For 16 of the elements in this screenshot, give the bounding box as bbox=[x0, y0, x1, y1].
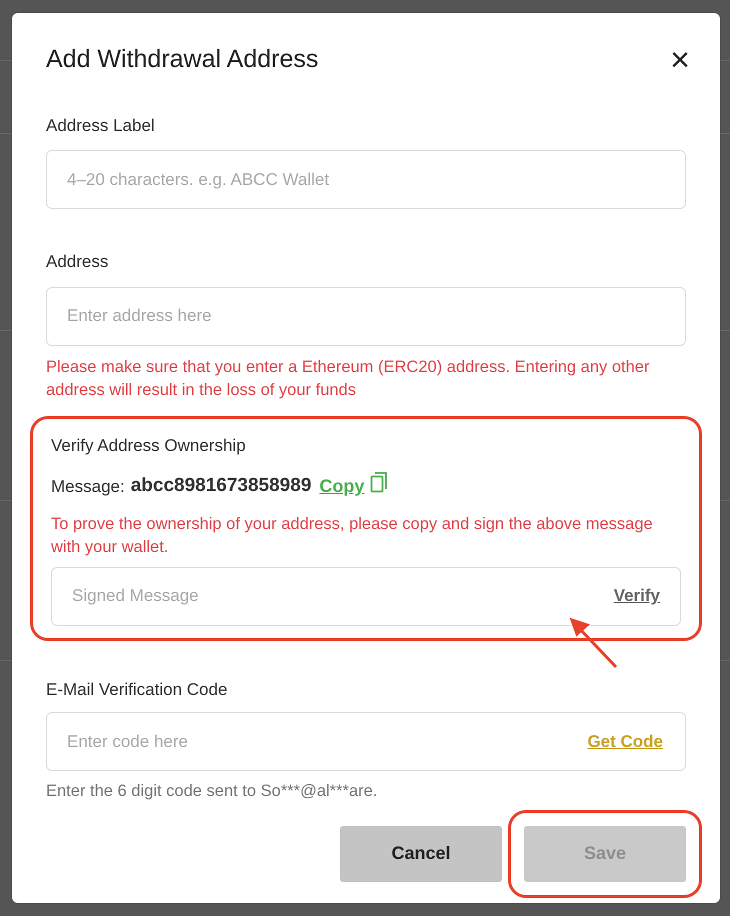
verify-link[interactable]: Verify bbox=[614, 583, 660, 609]
address-label-field[interactable]: 4–20 characters. e.g. ABCC Wallet bbox=[46, 150, 686, 209]
field-label: E-Mail Verification Code bbox=[46, 678, 228, 700]
dialog-title: Add Withdrawal Address bbox=[46, 44, 318, 75]
section-title: Verify Address Ownership bbox=[51, 434, 247, 456]
cancel-button[interactable]: Cancel bbox=[340, 826, 502, 882]
email-code-hint: Enter the 6 digit code sent to So***@al***are. bbox=[46, 781, 378, 802]
field-label: Address Label bbox=[46, 114, 156, 136]
address-warning: Please make sure that you enter a Ethereum (ERC20) address. Entering any other address will result in the loss of your funds bbox=[46, 356, 650, 400]
address-field[interactable]: Enter address here bbox=[46, 286, 686, 346]
signed-message-field[interactable]: Signed Message Verify bbox=[51, 566, 681, 626]
verify-instruction: To prove the ownership of your address, please copy and sign the above message with your wallet. bbox=[51, 514, 654, 558]
message-value: abcc8981673858989 bbox=[130, 474, 312, 498]
field-label: Address bbox=[46, 251, 110, 273]
close-button[interactable]: × bbox=[670, 42, 690, 77]
message-label: Message: bbox=[51, 476, 125, 498]
